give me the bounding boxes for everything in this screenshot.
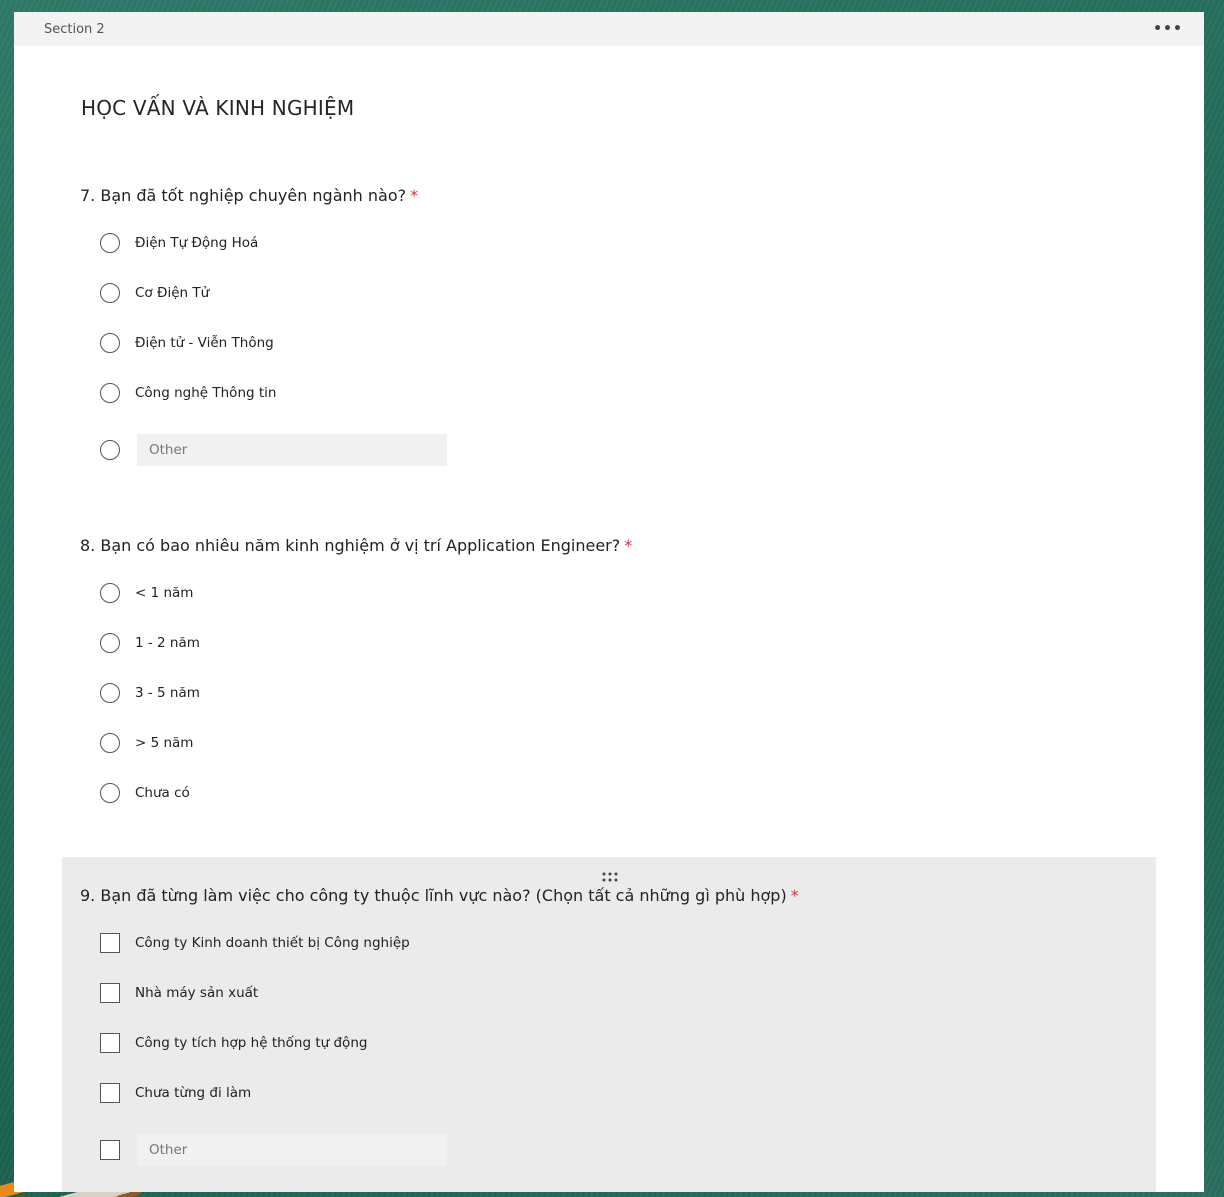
checkbox[interactable]: [100, 1033, 120, 1053]
other-input[interactable]: [137, 434, 447, 466]
radio-button[interactable]: [100, 333, 120, 353]
checkbox[interactable]: [100, 983, 120, 1003]
checkbox[interactable]: [100, 1140, 120, 1160]
option-label: Chưa có: [135, 785, 190, 801]
option-label: > 5 năm: [135, 735, 194, 751]
option-label: Nhà máy sản xuất: [135, 985, 259, 1001]
q9-option-other[interactable]: [100, 1134, 447, 1166]
q7-option[interactable]: Công nghệ Thông tin: [100, 381, 276, 405]
radio-button[interactable]: [100, 783, 120, 803]
question-7-title: 7. Bạn đã tốt nghiệp chuyên ngành nào? *: [80, 186, 419, 205]
option-label: Công ty tích hợp hệ thống tự động: [135, 1035, 368, 1051]
option-label: < 1 năm: [135, 585, 194, 601]
option-label: Chưa từng đi làm: [135, 1085, 252, 1101]
radio-button[interactable]: [100, 583, 120, 603]
q9-option[interactable]: Công ty tích hợp hệ thống tự động: [100, 1031, 367, 1055]
section-label: Section 2: [44, 21, 105, 37]
radio-button[interactable]: [100, 283, 120, 303]
option-label: Công nghệ Thông tin: [135, 385, 277, 401]
section-title: HỌC VẤN VÀ KINH NGHIỆM: [81, 96, 355, 120]
option-label: Công ty Kinh doanh thiết bị Công nghiệp: [135, 935, 410, 951]
q8-option[interactable]: Chưa có: [100, 781, 190, 805]
other-input[interactable]: [137, 1134, 447, 1166]
q9-option[interactable]: Chưa từng đi làm: [100, 1081, 251, 1105]
radio-button[interactable]: [100, 683, 120, 703]
required-marker: *: [624, 536, 633, 555]
drag-dots-icon: [602, 872, 618, 882]
q8-option[interactable]: > 5 năm: [100, 731, 193, 755]
question-9-title: 9. Bạn đã từng làm việc cho công ty thuộ…: [80, 886, 799, 905]
q9-option[interactable]: Nhà máy sản xuất: [100, 981, 258, 1005]
drag-handle-icon[interactable]: [600, 871, 620, 883]
required-marker: *: [410, 186, 419, 205]
question-8-title: 8. Bạn có bao nhiêu năm kinh nghiệm ở vị…: [80, 536, 633, 555]
q7-option[interactable]: Cơ Điện Tử: [100, 281, 209, 305]
required-marker: *: [790, 886, 799, 905]
radio-button[interactable]: [100, 633, 120, 653]
form-section-card: Section 2 ••• HỌC VẤN VÀ KINH NGHIỆM 7. …: [14, 12, 1204, 1192]
more-options-icon[interactable]: •••: [1153, 17, 1182, 41]
option-label: 3 - 5 năm: [135, 685, 200, 701]
option-label: 1 - 2 năm: [135, 635, 200, 651]
radio-button[interactable]: [100, 440, 120, 460]
q7-option[interactable]: Điện tử - Viễn Thông: [100, 331, 274, 355]
option-label: Điện tử - Viễn Thông: [135, 335, 274, 351]
checkbox[interactable]: [100, 1083, 120, 1103]
radio-button[interactable]: [100, 733, 120, 753]
q8-option[interactable]: < 1 năm: [100, 581, 193, 605]
checkbox[interactable]: [100, 933, 120, 953]
option-label: Điện Tự Động Hoá: [135, 235, 259, 251]
q9-option[interactable]: Công ty Kinh doanh thiết bị Công nghiệp: [100, 931, 410, 955]
q8-option[interactable]: 3 - 5 năm: [100, 681, 200, 705]
q7-option[interactable]: Điện Tự Động Hoá: [100, 231, 258, 255]
radio-button[interactable]: [100, 383, 120, 403]
radio-button[interactable]: [100, 233, 120, 253]
section-header: Section 2 •••: [14, 12, 1204, 46]
q8-option[interactable]: 1 - 2 năm: [100, 631, 200, 655]
q7-option-other[interactable]: [100, 434, 447, 466]
option-label: Cơ Điện Tử: [135, 285, 210, 301]
